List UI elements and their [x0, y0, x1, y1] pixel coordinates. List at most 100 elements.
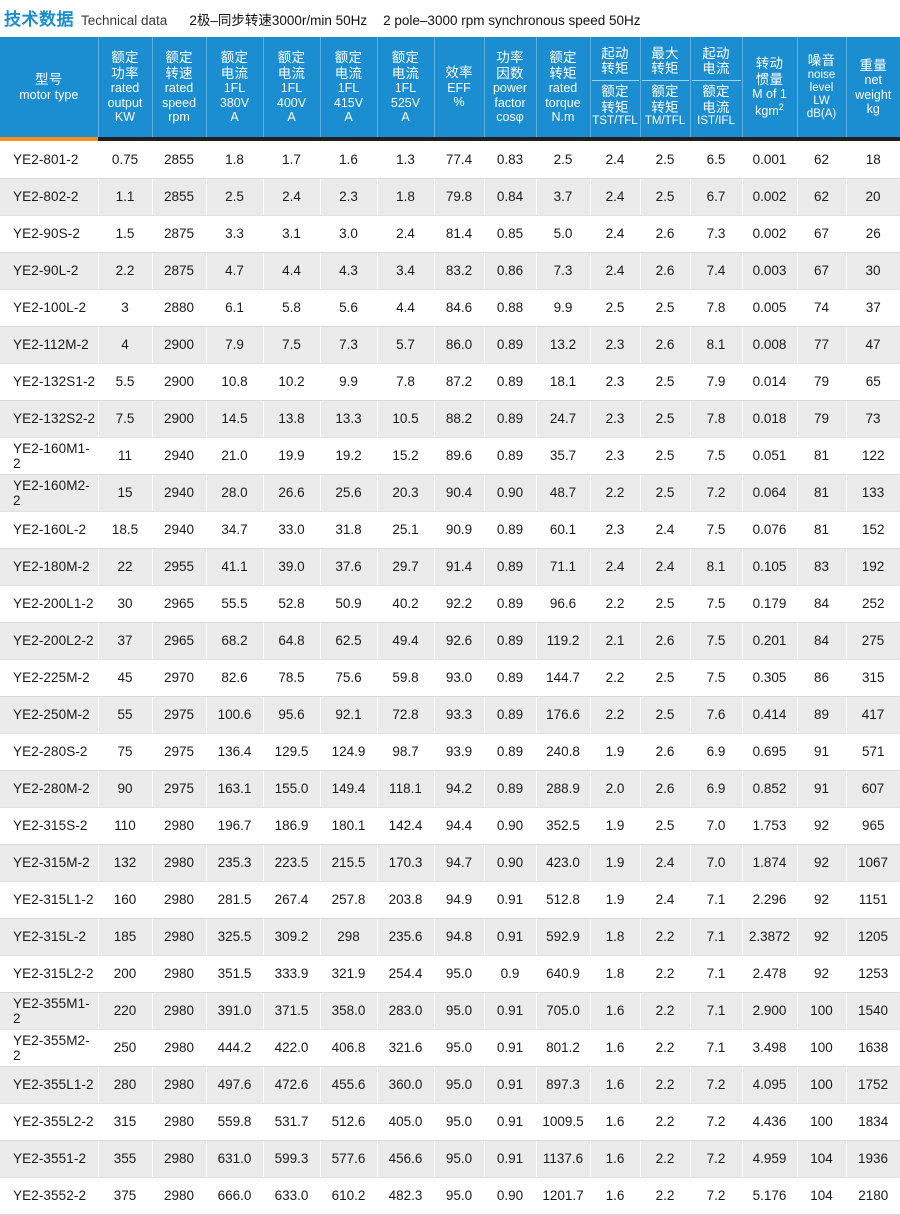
cell-i400: 267.4 [263, 881, 321, 919]
cell-model: YE2-200L2-2 [0, 622, 99, 660]
cell-i415: 37.6 [320, 548, 378, 586]
cell-cos: 0.9 [484, 955, 537, 993]
cell-torque: 24.7 [536, 400, 591, 438]
cell-i380: 559.8 [206, 1103, 264, 1141]
cell-i380: 351.5 [206, 955, 264, 993]
cell-torque: 288.9 [536, 770, 591, 808]
cell-i415: 124.9 [320, 733, 378, 771]
table-row: YE2-180M-2 22 2955 41.1 39.0 37.6 29.7 91.4 0.89… [0, 548, 900, 586]
cell-weight: 47 [846, 326, 900, 364]
cell-i525: 7.8 [377, 363, 435, 401]
cell-weight: 192 [846, 548, 900, 586]
cell-i525: 10.5 [377, 400, 435, 438]
cell-i415: 358.0 [320, 992, 378, 1030]
cell-eff: 94.4 [434, 807, 485, 845]
cell-weight: 20 [846, 178, 900, 216]
cell-i380: 6.1 [206, 289, 264, 327]
cell-i400: 3.1 [263, 215, 321, 253]
cell-i380: 100.6 [206, 696, 264, 734]
cell-model: YE2-90L-2 [0, 252, 99, 290]
column-header-i380: 额定 电流 1FL 380V A [205, 37, 264, 137]
cell-power: 160 [98, 881, 153, 919]
cell-i525: 142.4 [377, 807, 435, 845]
cell-noise: 91 [797, 770, 847, 808]
cell-tm_tfl: 2.5 [640, 178, 691, 216]
cell-torque: 1201.7 [536, 1177, 591, 1215]
cell-i380: 444.2 [206, 1029, 264, 1067]
cell-i525: 25.1 [377, 511, 435, 549]
cell-eff: 94.7 [434, 844, 485, 882]
cell-i400: 4.4 [263, 252, 321, 290]
cell-cos: 0.91 [484, 1103, 537, 1141]
cell-torque: 705.0 [536, 992, 591, 1030]
cell-model: YE2-132S1-2 [0, 363, 99, 401]
cell-torque: 897.3 [536, 1066, 591, 1104]
cell-ist_ifl: 6.5 [690, 141, 743, 179]
cell-ist_ifl: 7.1 [690, 881, 743, 919]
cell-tst_tfl: 1.8 [590, 918, 641, 956]
cell-i400: 78.5 [263, 659, 321, 697]
cell-eff: 92.6 [434, 622, 485, 660]
cell-cos: 0.91 [484, 1029, 537, 1067]
cell-tst_tfl: 1.9 [590, 807, 641, 845]
cell-weight: 275 [846, 622, 900, 660]
cell-inertia: 0.002 [742, 215, 798, 253]
cell-torque: 5.0 [536, 215, 591, 253]
cell-eff: 93.9 [434, 733, 485, 771]
cell-i525: 118.1 [377, 770, 435, 808]
cell-cos: 0.84 [484, 178, 537, 216]
cell-weight: 1151 [846, 881, 900, 919]
table-body: YE2-801-2 0.75 2855 1.8 1.7 1.6 1.3 77.4 0.83 2.5… [0, 141, 900, 1215]
cell-eff: 92.2 [434, 585, 485, 623]
cell-inertia: 0.003 [742, 252, 798, 290]
cell-torque: 3.7 [536, 178, 591, 216]
cell-eff: 89.6 [434, 437, 485, 475]
cell-i525: 235.6 [377, 918, 435, 956]
table-row: YE2-225M-2 45 2970 82.6 78.5 75.6 59.8 93.0 0.89… [0, 659, 900, 697]
cell-inertia: 2.478 [742, 955, 798, 993]
table-row: YE2-90L-2 2.2 2875 4.7 4.4 4.3 3.4 83.2 0.86 7.3 2… [0, 252, 900, 290]
cell-torque: 71.1 [536, 548, 591, 586]
table-row: YE2-355L2-2 315 2980 559.8 531.7 512.6 405.0 95… [0, 1103, 900, 1141]
cell-power: 5.5 [98, 363, 153, 401]
cell-i415: 512.6 [320, 1103, 378, 1141]
column-header-cos: 功率 因数 power factor cosφ [483, 37, 537, 137]
table-row: YE2-315M-2 132 2980 235.3 223.5 215.5 170.3 94.… [0, 844, 900, 882]
cell-eff: 94.9 [434, 881, 485, 919]
cell-i415: 92.1 [320, 696, 378, 734]
cell-cos: 0.89 [484, 511, 537, 549]
cell-power: 2.2 [98, 252, 153, 290]
cell-tm_tfl: 2.5 [640, 363, 691, 401]
cell-i400: 422.0 [263, 1029, 321, 1067]
cell-torque: 48.7 [536, 474, 591, 512]
cell-tm_tfl: 2.2 [640, 1103, 691, 1141]
cell-inertia: 1.753 [742, 807, 798, 845]
table-row: YE2-100L-2 3 2880 6.1 5.8 5.6 4.4 84.6 0.88 9.9 2.… [0, 289, 900, 327]
cell-model: YE2-180M-2 [0, 548, 99, 586]
cell-tm_tfl: 2.4 [640, 844, 691, 882]
column-header-i400: 额定 电流 1FL 400V A [262, 37, 321, 137]
cell-i380: 3.3 [206, 215, 264, 253]
cell-model: YE2-90S-2 [0, 215, 99, 253]
cell-tst_tfl: 1.6 [590, 1140, 641, 1178]
cell-torque: 7.3 [536, 252, 591, 290]
cell-ist_ifl: 7.5 [690, 659, 743, 697]
table-row: YE2-112M-2 4 2900 7.9 7.5 7.3 5.7 86.0 0.89 13.2 2… [0, 326, 900, 364]
cell-model: YE2-355L2-2 [0, 1103, 99, 1141]
cell-i415: 31.8 [320, 511, 378, 549]
cell-ist_ifl: 8.1 [690, 548, 743, 586]
cell-i380: 28.0 [206, 474, 264, 512]
cell-weight: 65 [846, 363, 900, 401]
cell-speed: 2880 [152, 289, 207, 327]
cell-noise: 74 [797, 289, 847, 327]
cell-inertia: 0.008 [742, 326, 798, 364]
cell-tm_tfl: 2.6 [640, 733, 691, 771]
cell-i380: 10.8 [206, 363, 264, 401]
cell-i525: 4.4 [377, 289, 435, 327]
cell-noise: 100 [797, 1029, 847, 1067]
cell-i400: 5.8 [263, 289, 321, 327]
cell-tst_tfl: 2.2 [590, 696, 641, 734]
cell-torque: 18.1 [536, 363, 591, 401]
cell-noise: 92 [797, 881, 847, 919]
cell-ist_ifl: 7.2 [690, 1177, 743, 1215]
